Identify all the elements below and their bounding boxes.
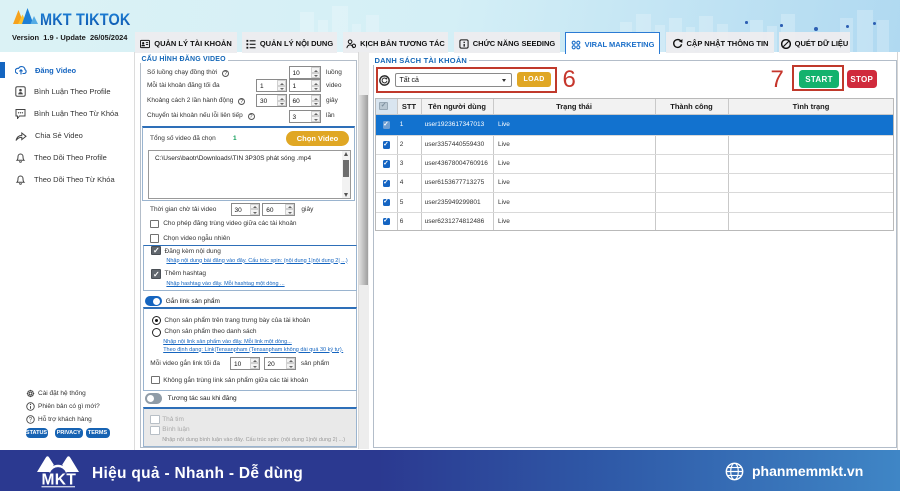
svg-text:MKT: MKT: [42, 472, 77, 489]
svg-text:?: ?: [29, 416, 33, 423]
